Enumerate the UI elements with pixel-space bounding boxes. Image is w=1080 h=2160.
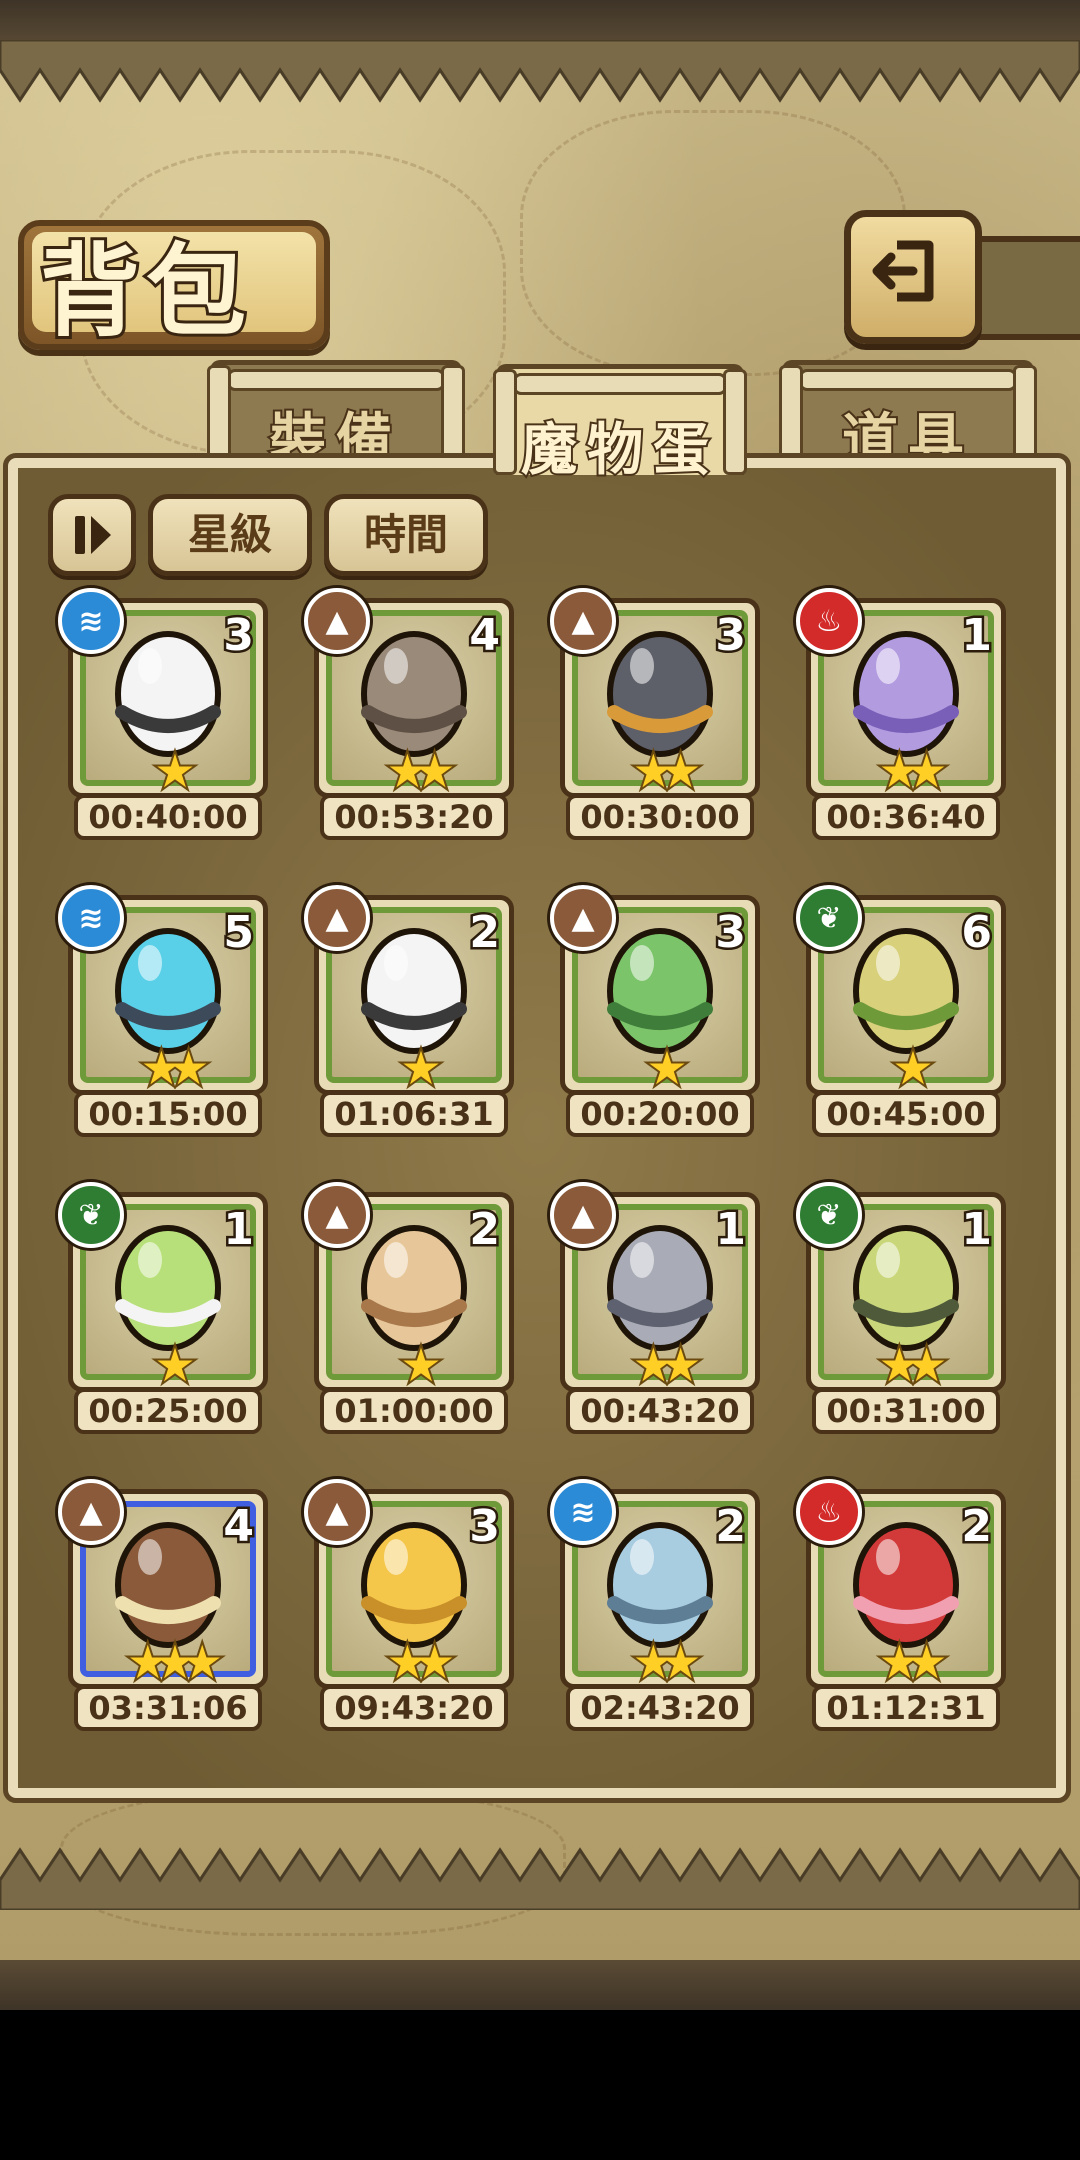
leaf-element-icon: ❦ bbox=[58, 1182, 124, 1248]
game-screen: 背包 裝備 道具 魔物蛋 星級 時間 ≋ 3 ★ 00:40:00 ▲ 4 ★★ 00:53:… bbox=[0, 0, 1080, 2010]
hatch-timer: 00:36:40 bbox=[812, 794, 1000, 840]
sort-order-button[interactable] bbox=[48, 494, 136, 576]
white-striped-egg-icon bbox=[115, 631, 221, 757]
water-element-icon: ≋ bbox=[58, 588, 124, 654]
egg-count: 2 bbox=[467, 1202, 503, 1258]
ice-rock-egg-icon bbox=[607, 1522, 713, 1648]
green-shell-egg-icon bbox=[853, 1225, 959, 1351]
blue-shell-egg-icon bbox=[115, 928, 221, 1054]
egg-count: 4 bbox=[221, 1499, 257, 1555]
earth-element-icon: ▲ bbox=[304, 1479, 370, 1545]
star-filter-button[interactable]: 星級 bbox=[148, 494, 312, 576]
top-zigzag-border bbox=[0, 40, 1080, 103]
leaf-element-icon: ❦ bbox=[796, 885, 862, 951]
spiral-stone-egg-icon bbox=[607, 1225, 713, 1351]
green-bud-egg-icon bbox=[607, 928, 713, 1054]
star-rating: ★★ bbox=[385, 1633, 457, 1691]
purple-flower-egg-icon bbox=[853, 631, 959, 757]
tab-label: 魔物蛋 bbox=[519, 416, 719, 485]
egg-count: 5 bbox=[221, 905, 257, 961]
hatch-timer: 01:06:31 bbox=[320, 1091, 508, 1137]
hatch-timer: 00:25:00 bbox=[74, 1388, 262, 1434]
tab-equipment[interactable]: 裝備 bbox=[207, 360, 465, 475]
egg-count: 1 bbox=[221, 1202, 257, 1258]
page-title: 背包 bbox=[37, 229, 252, 353]
rock-egg-icon bbox=[361, 631, 467, 757]
egg-count: 1 bbox=[713, 1202, 749, 1258]
hatch-timer: 00:45:00 bbox=[812, 1091, 1000, 1137]
star-rating: ★★ bbox=[631, 1336, 703, 1394]
fire-element-icon: ♨ bbox=[796, 588, 862, 654]
egg-count: 2 bbox=[713, 1499, 749, 1555]
bottom-zigzag-border bbox=[0, 1847, 1080, 1910]
hatch-timer: 00:30:00 bbox=[566, 794, 754, 840]
hatch-timer: 09:43:20 bbox=[320, 1685, 508, 1731]
hatch-timer: 02:43:20 bbox=[566, 1685, 754, 1731]
earth-element-icon: ▲ bbox=[304, 1182, 370, 1248]
egg-count: 3 bbox=[713, 608, 749, 664]
drip-egg-icon bbox=[361, 1225, 467, 1351]
egg-count: 6 bbox=[959, 905, 995, 961]
tab-monster-eggs[interactable]: 魔物蛋 bbox=[493, 364, 747, 485]
star-rating: ★ bbox=[398, 1039, 443, 1097]
star-rating: ★ bbox=[890, 1039, 935, 1097]
hatch-timer: 00:43:20 bbox=[566, 1388, 754, 1434]
egg-count: 4 bbox=[467, 608, 503, 664]
star-rating: ★ bbox=[398, 1336, 443, 1394]
star-rating: ★ bbox=[644, 1039, 689, 1097]
bottom-border bbox=[0, 1960, 1080, 2010]
return-arrow-icon bbox=[872, 240, 934, 302]
star-rating: ★★ bbox=[631, 742, 703, 800]
earth-element-icon: ▲ bbox=[58, 1479, 124, 1545]
hatch-timer: 00:20:00 bbox=[566, 1091, 754, 1137]
earth-element-icon: ▲ bbox=[304, 885, 370, 951]
hatch-timer: 03:31:06 bbox=[74, 1685, 262, 1731]
egg-count: 3 bbox=[713, 905, 749, 961]
star-rating: ★★★ bbox=[125, 1633, 225, 1691]
earth-element-icon: ▲ bbox=[550, 885, 616, 951]
hatch-timer: 00:40:00 bbox=[74, 794, 262, 840]
hatch-timer: 01:00:00 bbox=[320, 1388, 508, 1434]
dark-shell-egg-icon bbox=[607, 631, 713, 757]
water-element-icon: ≋ bbox=[58, 885, 124, 951]
sort-icon bbox=[75, 516, 111, 554]
star-rating: ★★ bbox=[877, 1336, 949, 1394]
earth-element-icon: ▲ bbox=[304, 588, 370, 654]
egg-count: 3 bbox=[467, 1499, 503, 1555]
white-striped-egg-icon bbox=[361, 928, 467, 1054]
star-rating: ★★ bbox=[631, 1633, 703, 1691]
star-rating: ★ bbox=[152, 742, 197, 800]
egg-count: 1 bbox=[959, 608, 995, 664]
hatch-timer: 01:12:31 bbox=[812, 1685, 1000, 1731]
bulb-egg-icon bbox=[115, 1225, 221, 1351]
leaf-element-icon: ❦ bbox=[796, 1182, 862, 1248]
egg-count: 1 bbox=[959, 1202, 995, 1258]
star-rating: ★ bbox=[152, 1336, 197, 1394]
leaf-egg-icon bbox=[853, 928, 959, 1054]
red-swirl-egg-icon bbox=[853, 1522, 959, 1648]
water-element-icon: ≋ bbox=[550, 1479, 616, 1545]
gold-drip-egg-icon bbox=[361, 1522, 467, 1648]
earth-element-icon: ▲ bbox=[550, 588, 616, 654]
hatch-timer: 00:53:20 bbox=[320, 794, 508, 840]
star-rating: ★★ bbox=[385, 742, 457, 800]
egg-count: 2 bbox=[467, 905, 503, 961]
tab-items[interactable]: 道具 bbox=[779, 360, 1037, 475]
bear-basket-egg-icon bbox=[115, 1522, 221, 1648]
back-button[interactable] bbox=[844, 210, 982, 344]
star-rating: ★★ bbox=[139, 1039, 211, 1097]
star-rating: ★★ bbox=[877, 742, 949, 800]
egg-count: 3 bbox=[221, 608, 257, 664]
fire-element-icon: ♨ bbox=[796, 1479, 862, 1545]
earth-element-icon: ▲ bbox=[550, 1182, 616, 1248]
hatch-timer: 00:15:00 bbox=[74, 1091, 262, 1137]
hatch-timer: 00:31:00 bbox=[812, 1388, 1000, 1434]
letterbox bbox=[0, 2010, 1080, 2160]
star-rating: ★★ bbox=[877, 1633, 949, 1691]
time-filter-button[interactable]: 時間 bbox=[324, 494, 488, 576]
egg-count: 2 bbox=[959, 1499, 995, 1555]
